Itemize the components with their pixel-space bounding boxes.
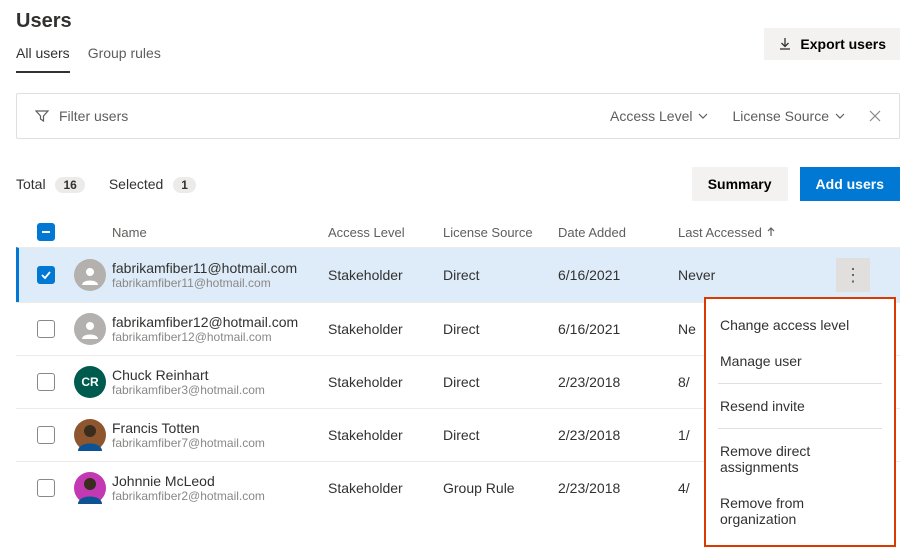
user-email: fabrikamfiber11@hotmail.com [112, 276, 328, 290]
menu-manage-user[interactable]: Manage user [706, 343, 894, 379]
cell-date-added: 2/23/2018 [558, 427, 678, 443]
cell-date-added: 2/23/2018 [558, 374, 678, 390]
avatar-initials: CR [81, 375, 98, 389]
col-header-access-level[interactable]: Access Level [328, 225, 443, 240]
download-icon [778, 37, 792, 51]
license-source-dd-label: License Source [732, 108, 829, 124]
row-checkbox[interactable] [37, 266, 55, 284]
total-count: Total 16 [16, 176, 85, 192]
filter-bar: Filter users Access Level License Source [16, 93, 900, 139]
user-email: fabrikamfiber2@hotmail.com [112, 489, 328, 503]
avatar [74, 472, 106, 504]
col-header-last-accessed[interactable]: Last Accessed [678, 225, 828, 240]
avatar [74, 313, 106, 345]
select-all-checkbox[interactable] [37, 223, 55, 241]
cell-access-level: Stakeholder [328, 321, 443, 337]
cell-access-level: Stakeholder [328, 427, 443, 443]
row-checkbox[interactable] [37, 373, 55, 391]
cell-date-added: 2/23/2018 [558, 480, 678, 496]
cell-license-source: Group Rule [443, 480, 558, 496]
user-email: fabrikamfiber12@hotmail.com [112, 330, 328, 344]
access-level-dropdown[interactable]: Access Level [610, 108, 708, 124]
chevron-down-icon [835, 111, 845, 121]
person-icon [80, 319, 100, 339]
cell-last-accessed: Never [678, 267, 828, 283]
cell-access-level: Stakeholder [328, 480, 443, 496]
cell-license-source: Direct [443, 321, 558, 337]
cell-access-level: Stakeholder [328, 374, 443, 390]
user-email: fabrikamfiber3@hotmail.com [112, 383, 328, 397]
export-users-label: Export users [800, 36, 886, 52]
filter-icon [35, 109, 49, 123]
chevron-down-icon [698, 111, 708, 121]
summary-button[interactable]: Summary [692, 167, 788, 201]
cell-date-added: 6/16/2021 [558, 267, 678, 283]
row-checkbox[interactable] [37, 426, 55, 444]
person-icon [80, 265, 100, 285]
avatar [74, 259, 106, 291]
filter-input[interactable]: Filter users [59, 108, 128, 124]
user-email: fabrikamfiber7@hotmail.com [112, 436, 328, 450]
more-vertical-icon: ⋮ [844, 266, 862, 284]
total-count-value: 16 [55, 177, 84, 193]
menu-resend-invite[interactable]: Resend invite [706, 388, 894, 424]
col-header-date-added[interactable]: Date Added [558, 225, 678, 240]
avatar: CR [74, 366, 106, 398]
tab-group-rules[interactable]: Group rules [88, 41, 161, 73]
clear-filter-icon[interactable] [869, 110, 881, 122]
user-name: fabrikamfiber12@hotmail.com [112, 314, 328, 330]
add-users-button[interactable]: Add users [800, 167, 900, 201]
page-title: Users [16, 10, 161, 33]
access-level-dd-label: Access Level [610, 108, 692, 124]
cell-license-source: Direct [443, 427, 558, 443]
menu-remove-from-organization[interactable]: Remove from organization [706, 485, 894, 537]
avatar [74, 419, 106, 451]
cell-license-source: Direct [443, 374, 558, 390]
cell-date-added: 6/16/2021 [558, 321, 678, 337]
menu-change-access-level[interactable]: Change access level [706, 307, 894, 343]
row-checkbox[interactable] [37, 479, 55, 497]
row-checkbox[interactable] [37, 320, 55, 338]
sort-asc-icon [766, 227, 776, 237]
user-name: Francis Totten [112, 420, 328, 436]
row-context-menu: Change access level Manage user Resend i… [704, 297, 896, 547]
selected-count: Selected 1 [109, 176, 196, 192]
user-name: fabrikamfiber11@hotmail.com [112, 260, 328, 276]
cell-access-level: Stakeholder [328, 267, 443, 283]
selected-count-value: 1 [173, 177, 196, 193]
col-header-license-source[interactable]: License Source [443, 225, 558, 240]
tab-all-users[interactable]: All users [16, 41, 70, 73]
avatar-photo [74, 472, 106, 504]
user-name: Johnnie McLeod [112, 473, 328, 489]
avatar-photo [74, 419, 106, 451]
row-more-actions-button[interactable]: ⋮ [836, 258, 870, 292]
user-name: Chuck Reinhart [112, 367, 328, 383]
cell-license-source: Direct [443, 267, 558, 283]
col-header-name[interactable]: Name [112, 225, 328, 240]
menu-remove-direct-assignments[interactable]: Remove direct assignments [706, 433, 894, 485]
export-users-button[interactable]: Export users [764, 28, 900, 60]
license-source-dropdown[interactable]: License Source [732, 108, 845, 124]
table-row[interactable]: fabrikamfiber11@hotmail.comfabrikamfiber… [16, 247, 900, 302]
